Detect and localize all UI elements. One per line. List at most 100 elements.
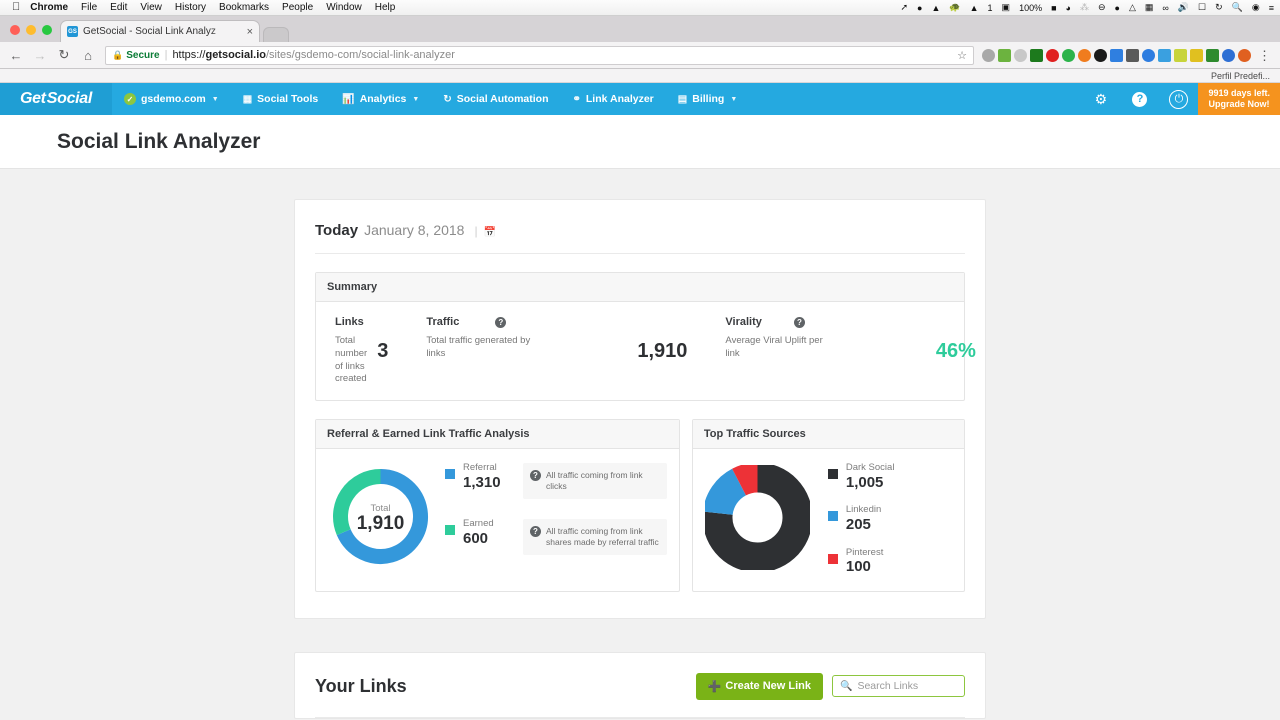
extension-icon-4[interactable]	[1030, 49, 1043, 62]
nav-item-social-tools[interactable]: ▦ Social Tools	[231, 83, 331, 115]
maximize-window-button[interactable]	[42, 25, 52, 35]
legend-swatch-earned	[445, 525, 455, 535]
getsocial-logo[interactable]: GetSocial	[0, 83, 112, 115]
upgrade-banner[interactable]: 9919 days left. Upgrade Now!	[1198, 83, 1280, 115]
menu-item-people[interactable]: People	[282, 2, 313, 13]
legend-name-referral: Referral	[463, 463, 509, 473]
help-icon[interactable]: ?	[495, 317, 506, 328]
referral-earned-title: Referral & Earned Link Traffic Analysis	[316, 420, 679, 449]
back-arrow-icon[interactable]: ←	[5, 48, 27, 63]
volume-icon[interactable]: 🔊	[1178, 2, 1189, 13]
minimize-window-button[interactable]	[26, 25, 36, 35]
new-tab-button[interactable]	[263, 27, 289, 42]
date-selector[interactable]: Today January 8, 2018 | 📅	[315, 222, 965, 254]
nav-label-social-automation: Social Automation	[457, 93, 549, 105]
search-icon[interactable]: 🔍	[1232, 2, 1243, 13]
close-window-button[interactable]	[10, 25, 20, 35]
dropbox-icon[interactable]: ▲	[931, 3, 940, 13]
cloud-icon[interactable]: △	[1129, 2, 1136, 13]
dnd-icon[interactable]: ⊖	[1098, 2, 1106, 13]
legend-value-linkedin: 205	[846, 516, 892, 535]
forward-arrow-icon[interactable]: →	[29, 48, 51, 63]
menu-item-edit[interactable]: Edit	[110, 2, 127, 13]
extension-icon-17[interactable]	[1238, 49, 1251, 62]
profile-label[interactable]: Perfil Predefi...	[1211, 71, 1270, 81]
address-bar[interactable]: 🔒 Secure | https:// getsocial.io /sites/…	[105, 46, 974, 65]
apple-icon[interactable]: 	[12, 2, 20, 13]
nav-item-link-analyzer[interactable]: ⚭ Link Analyzer	[561, 83, 666, 115]
location-icon[interactable]: ➚	[900, 2, 908, 13]
nav-item-billing[interactable]: ▤ Billing ▼	[666, 83, 749, 115]
extension-icon-13[interactable]	[1174, 49, 1187, 62]
menu-item-bookmarks[interactable]: Bookmarks	[219, 2, 269, 13]
extension-icon-3[interactable]	[1014, 49, 1027, 62]
tab-title: GetSocial - Social Link Analyz	[83, 26, 242, 37]
site-selector[interactable]: ✓ gsdemo.com ▼	[112, 83, 231, 115]
legend-name-earned: Earned	[463, 519, 509, 529]
wifi-icon[interactable]: ◕	[1066, 3, 1071, 13]
close-icon[interactable]: ×	[247, 26, 253, 38]
star-icon[interactable]: ☆	[957, 49, 967, 62]
extension-icon-11[interactable]	[1142, 49, 1155, 62]
extension-icon-9[interactable]	[1110, 49, 1123, 62]
notification-center-icon[interactable]: ≡	[1269, 3, 1274, 13]
evernote-icon[interactable]: 🐢	[949, 2, 960, 13]
page-content: Today January 8, 2018 | 📅 Summary Links …	[0, 169, 1280, 719]
extension-icon-5[interactable]	[1046, 49, 1059, 62]
donut-chart-top-traffic	[705, 465, 810, 570]
summary-metrics: Links Total number of links created 3 Tr…	[316, 316, 964, 386]
menu-item-chrome[interactable]: Chrome	[30, 2, 68, 13]
help-icon[interactable]: ?	[530, 470, 541, 481]
home-icon[interactable]: ⌂	[77, 48, 99, 63]
legend-item-pinterest: Pinterest 100	[828, 548, 952, 577]
calendar-icon[interactable]: 📅	[484, 227, 496, 238]
legend-value-earned: 600	[463, 530, 509, 549]
extension-icon-8[interactable]	[1094, 49, 1107, 62]
menu-item-history[interactable]: History	[175, 2, 206, 13]
legend-value-dark-social: 1,005	[846, 474, 895, 493]
bluetooth-icon[interactable]: ⁂	[1080, 2, 1089, 13]
screenshot-icon[interactable]: ▣	[1002, 2, 1011, 13]
search-links-box[interactable]: 🔍	[832, 675, 965, 697]
metric-traffic: Traffic ? Total traffic generated by lin…	[407, 316, 706, 386]
help-icon[interactable]: ?	[530, 526, 541, 537]
extension-icon-1[interactable]	[982, 49, 995, 62]
power-icon[interactable]: ⏻	[1159, 83, 1198, 115]
your-links-title: Your Links	[315, 676, 407, 697]
create-new-link-button[interactable]: ➕ Create New Link	[696, 673, 823, 700]
search-links-input[interactable]	[857, 680, 957, 692]
legend-item-referral: Referral 1,310 ? All traffic coming from…	[445, 463, 667, 499]
battery-icon[interactable]: ■	[1051, 3, 1056, 13]
legend-item-dark-social: Dark Social 1,005	[828, 463, 952, 492]
skype-icon[interactable]: ●	[917, 3, 922, 13]
extension-icon-15[interactable]	[1206, 49, 1219, 62]
piggy-icon[interactable]: ●	[1115, 3, 1120, 13]
battery-percent: 100%	[1019, 3, 1042, 13]
reload-icon[interactable]: ↻	[53, 47, 75, 63]
chrome-menu-icon[interactable]: ⋮	[1254, 49, 1275, 62]
vpn-icon[interactable]: ∞	[1162, 3, 1168, 13]
keyboard-icon[interactable]: ▦	[1145, 2, 1154, 13]
siri-icon[interactable]: ◉	[1252, 2, 1260, 13]
extension-icon-10[interactable]	[1126, 49, 1139, 62]
extension-icon-6[interactable]	[1062, 49, 1075, 62]
timemachine-icon[interactable]: ↻	[1215, 2, 1223, 13]
nav-item-social-automation[interactable]: ↻ Social Automation	[431, 83, 560, 115]
top-traffic-donut	[705, 465, 810, 575]
browser-tab[interactable]: GS GetSocial - Social Link Analyz ×	[60, 20, 260, 42]
menu-item-file[interactable]: File	[81, 2, 97, 13]
help-icon[interactable]: ?	[1120, 83, 1159, 115]
help-icon[interactable]: ?	[794, 317, 805, 328]
menu-item-view[interactable]: View	[140, 2, 162, 13]
extension-icon-7[interactable]	[1078, 49, 1091, 62]
extension-icon-12[interactable]	[1158, 49, 1171, 62]
extension-icon-16[interactable]	[1222, 49, 1235, 62]
nav-item-analytics[interactable]: 📊 Analytics ▼	[330, 83, 431, 115]
airplay-icon[interactable]: ☐	[1198, 2, 1206, 13]
gear-icon[interactable]: ⚙	[1081, 83, 1120, 115]
alfred-icon[interactable]: ▲	[970, 3, 979, 13]
extension-icon-14[interactable]	[1190, 49, 1203, 62]
menu-item-help[interactable]: Help	[375, 2, 396, 13]
extension-icon-2[interactable]	[998, 49, 1011, 62]
menu-item-window[interactable]: Window	[326, 2, 362, 13]
